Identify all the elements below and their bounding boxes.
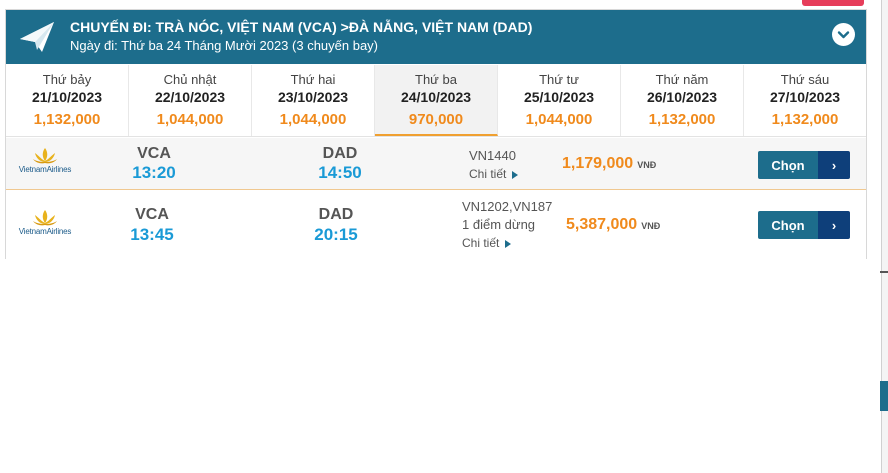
date-tab-price: 1,132,000 [771, 111, 839, 128]
date-tab-selected[interactable]: Thứ ba 24/10/2023 970,000 [375, 65, 498, 136]
date-tab-day: Thứ hai [290, 72, 336, 87]
airline-logo: VietnamAirlines [12, 209, 78, 236]
stop-count: 1 điểm dừng [462, 217, 536, 232]
origin-code: VCA [137, 145, 171, 162]
date-tab-date: 24/10/2023 [400, 89, 472, 105]
date-tab-day: Chủ nhật [163, 72, 217, 87]
date-tab[interactable]: Thứ tư 25/10/2023 1,044,000 [498, 65, 621, 136]
date-tab-price: 970,000 [408, 111, 464, 128]
date-tab-day: Thứ tư [539, 72, 579, 87]
destination-code: DAD [318, 206, 354, 223]
airline-name: VietnamAirlines [18, 165, 72, 174]
flight-detail-link[interactable]: Chi tiết [469, 167, 519, 181]
route-title: CHUYẾN ĐI: TRÀ NÓC, VIỆT NAM (VCA) >ĐÀ N… [70, 19, 533, 35]
flight-number: VN1440 [469, 148, 516, 163]
chevron-down-icon[interactable] [832, 23, 855, 46]
chevron-right-icon: › [818, 211, 850, 239]
price-currency: VNĐ [637, 160, 657, 170]
date-tab-price: 1,132,000 [33, 111, 101, 128]
date-tab-day: Thứ bảy [42, 72, 92, 87]
date-tab-price: 1,132,000 [648, 111, 716, 128]
flight-price: 1,179,000 VNĐ [562, 155, 656, 173]
date-tab-day: Thứ năm [655, 72, 709, 87]
caret-right-icon [512, 170, 519, 179]
price-currency: VNĐ [641, 221, 661, 231]
destination-code: DAD [322, 145, 358, 162]
route-header: CHUYẾN ĐI: TRÀ NÓC, VIỆT NAM (VCA) >ĐÀ N… [6, 10, 866, 64]
chevron-right-icon: › [818, 151, 850, 179]
flight-detail-label: Chi tiết [462, 236, 500, 250]
date-tab[interactable]: Thứ hai 23/10/2023 1,044,000 [252, 65, 375, 136]
flight-results-panel: CHUYẾN ĐI: TRÀ NÓC, VIỆT NAM (VCA) >ĐÀ N… [5, 9, 867, 259]
date-tab-price: 1,044,000 [156, 111, 224, 128]
date-tab-date: 22/10/2023 [154, 89, 226, 105]
flight-row: VietnamAirlines VCA 13:20 DAD 14:50 VN14… [6, 138, 866, 190]
date-selector: Thứ bảy 21/10/2023 1,132,000 Chủ nhật 22… [6, 65, 866, 137]
departure-date-line: Ngày đi: Thứ ba 24 Tháng Mười 2023 (3 ch… [70, 38, 379, 53]
flight-detail-link[interactable]: Chi tiết [462, 236, 512, 250]
origin-code: VCA [135, 206, 169, 223]
arrival-time: 14:50 [318, 163, 362, 182]
flight-number: VN1202,VN187 [462, 199, 553, 214]
airline-name: VietnamAirlines [18, 227, 72, 236]
date-tab-date: 27/10/2023 [769, 89, 841, 105]
lotus-logo-icon [33, 210, 57, 226]
departure-time: 13:20 [132, 163, 176, 182]
select-flight-button[interactable]: Chọn › [758, 151, 850, 179]
date-tab[interactable]: Thứ năm 26/10/2023 1,132,000 [621, 65, 744, 136]
departure-time: 13:45 [130, 225, 174, 244]
date-tab-price: 1,044,000 [525, 111, 593, 128]
date-tab-price: 1,044,000 [279, 111, 347, 128]
date-tab-date: 23/10/2023 [277, 89, 349, 105]
date-tab-day: Thứ ba [415, 72, 457, 87]
flight-row: VietnamAirlines VCA 13:45 DAD 20:15 VN12… [6, 191, 866, 259]
select-button-label: Chọn [758, 211, 818, 239]
scroll-marker [880, 271, 888, 273]
lotus-logo-icon [33, 148, 57, 164]
date-tab-day: Thứ sáu [780, 72, 830, 87]
date-tab-date: 25/10/2023 [523, 89, 595, 105]
price-value: 1,179,000 [562, 155, 634, 172]
caret-right-icon [505, 239, 512, 248]
flight-price: 5,387,000 VNĐ [566, 216, 660, 234]
side-tab-edge[interactable] [880, 381, 888, 411]
date-tab-date: 21/10/2023 [31, 89, 103, 105]
price-value: 5,387,000 [566, 216, 638, 233]
date-tab-date: 26/10/2023 [646, 89, 718, 105]
select-flight-button[interactable]: Chọn › [758, 211, 850, 239]
airline-logo: VietnamAirlines [12, 147, 78, 174]
date-tab[interactable]: Chủ nhật 22/10/2023 1,044,000 [129, 65, 252, 136]
select-button-label: Chọn [758, 151, 818, 179]
paper-plane-icon [18, 19, 56, 55]
top-tab-edge [802, 0, 864, 6]
date-tab[interactable]: Thứ sáu 27/10/2023 1,132,000 [744, 65, 866, 136]
arrival-time: 20:15 [314, 225, 358, 244]
flight-detail-label: Chi tiết [469, 167, 507, 181]
date-tab[interactable]: Thứ bảy 21/10/2023 1,132,000 [6, 65, 129, 136]
